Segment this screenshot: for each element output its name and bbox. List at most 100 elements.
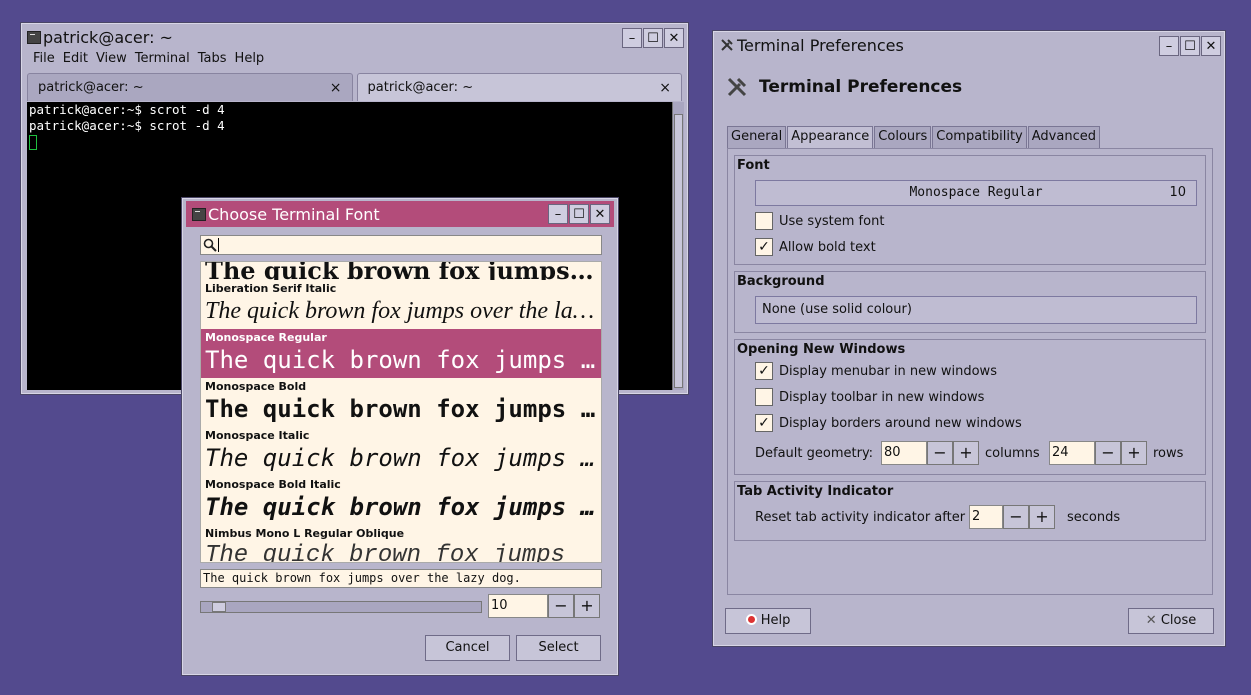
close-icon: ✕ xyxy=(1145,613,1157,628)
font-item-selected[interactable]: Monospace Regular The quick brown fox ju… xyxy=(201,329,601,378)
reset-minus-button[interactable]: − xyxy=(1003,505,1029,529)
background-section: Background None (use solid colour) xyxy=(734,271,1206,333)
background-select[interactable]: None (use solid colour) xyxy=(755,296,1197,324)
tab-colours[interactable]: Colours xyxy=(874,126,932,148)
font-item[interactable]: Monospace Italic The quick brown fox jum… xyxy=(201,427,601,476)
checkbox-box[interactable] xyxy=(755,388,773,406)
terminal-title: patrick@acer: ~ xyxy=(43,27,173,47)
help-button[interactable]: Help xyxy=(725,608,811,634)
font-chooser-titlebar[interactable]: Choose Terminal Font – ☐ ✕ xyxy=(186,201,614,227)
checkbox-label: Use system font xyxy=(779,213,885,229)
tab-appearance[interactable]: Appearance xyxy=(787,126,874,148)
checkbox-label: Display menubar in new windows xyxy=(779,363,997,379)
terminal-scrollbar[interactable] xyxy=(672,102,684,390)
columns-plus-button[interactable]: + xyxy=(953,441,979,465)
prefs-titlebar[interactable]: Terminal Preferences – ☐ ✕ xyxy=(713,31,1225,59)
allow-bold-checkbox[interactable]: ✓ Allow bold text xyxy=(755,238,876,256)
font-item[interactable]: Monospace Bold Italic The quick brown fo… xyxy=(201,476,601,525)
tab-label: patrick@acer: ~ xyxy=(367,80,474,95)
select-button[interactable]: Select xyxy=(516,635,601,661)
checkbox-box[interactable] xyxy=(755,212,773,230)
close-button[interactable]: ✕ xyxy=(1201,36,1221,56)
font-size-spinner[interactable]: 10 − + xyxy=(488,594,600,618)
menu-help[interactable]: Help xyxy=(231,51,269,71)
appearance-panel: Font Monospace Regular 10 Use system fon… xyxy=(727,148,1213,595)
menu-view[interactable]: View xyxy=(92,51,131,71)
terminal-menubar: File Edit View Terminal Tabs Help xyxy=(29,51,268,71)
maximize-button[interactable]: ☐ xyxy=(569,204,589,224)
terminal-titlebar[interactable]: patrick@acer: ~ – ☐ ✕ xyxy=(21,23,688,51)
rows-label: rows xyxy=(1153,446,1184,461)
font-name: Monospace Bold xyxy=(205,380,307,393)
font-name: Monospace Italic xyxy=(205,429,310,442)
reset-input[interactable]: 2 xyxy=(969,505,1003,529)
font-section: Font Monospace Regular 10 Use system fon… xyxy=(734,155,1206,265)
font-preview-field[interactable]: The quick brown fox jumps over the lazy … xyxy=(200,569,602,588)
size-plus-button[interactable]: + xyxy=(574,594,600,618)
tab-general[interactable]: General xyxy=(727,126,787,148)
reset-plus-button[interactable]: + xyxy=(1029,505,1055,529)
checkmark-icon[interactable]: ✓ xyxy=(755,238,773,256)
font-chooser-title: Choose Terminal Font xyxy=(208,204,380,224)
terminal-cursor xyxy=(29,135,37,150)
checkmark-icon[interactable]: ✓ xyxy=(755,362,773,380)
tab-activity-section: Tab Activity Indicator Reset tab activit… xyxy=(734,481,1206,541)
display-borders-checkbox[interactable]: ✓ Display borders around new windows xyxy=(755,414,1022,432)
columns-input[interactable]: 80 xyxy=(881,441,927,465)
font-name: Liberation Serif Italic xyxy=(205,282,337,295)
menu-terminal[interactable]: Terminal xyxy=(131,51,194,71)
columns-minus-button[interactable]: − xyxy=(927,441,953,465)
menu-edit[interactable]: Edit xyxy=(59,51,92,71)
display-menubar-checkbox[interactable]: ✓ Display menubar in new windows xyxy=(755,362,997,380)
font-search-input[interactable] xyxy=(200,235,602,255)
menu-tabs[interactable]: Tabs xyxy=(194,51,231,71)
tab-close-icon[interactable]: × xyxy=(330,80,342,96)
preferences-window[interactable]: Terminal Preferences – ☐ ✕ Terminal Pref… xyxy=(712,30,1226,647)
cancel-button[interactable]: Cancel xyxy=(425,635,510,661)
checkmark-icon[interactable]: ✓ xyxy=(755,414,773,432)
tab-advanced[interactable]: Advanced xyxy=(1027,126,1100,148)
menu-file[interactable]: File xyxy=(29,51,59,71)
font-size-input[interactable]: 10 xyxy=(488,594,548,618)
font-name: Monospace Regular xyxy=(205,331,327,344)
font-item[interactable]: Liberation Serif Italic The quick brown … xyxy=(201,280,601,329)
tools-icon xyxy=(727,77,747,97)
rows-input[interactable]: 24 xyxy=(1049,441,1095,465)
close-button[interactable]: ✕ xyxy=(590,204,610,224)
tab-close-icon[interactable]: × xyxy=(659,80,671,96)
columns-label: columns xyxy=(985,446,1040,461)
minimize-button[interactable]: – xyxy=(1159,36,1179,56)
font-button[interactable]: Monospace Regular 10 xyxy=(755,180,1197,206)
prefs-tabs: General Appearance Colours Compatibility… xyxy=(727,126,1101,148)
font-item[interactable]: Nimbus Mono L Regular Oblique The quick … xyxy=(201,525,601,562)
font-item[interactable]: The quick brown fox jumps over the lazy … xyxy=(201,262,601,280)
close-dialog-button[interactable]: ✕ Close xyxy=(1128,608,1214,634)
font-item[interactable]: Monospace Bold The quick brown fox jumps… xyxy=(201,378,601,427)
minimize-button[interactable]: – xyxy=(548,204,568,224)
use-system-font-checkbox[interactable]: Use system font xyxy=(755,212,884,230)
size-minus-button[interactable]: − xyxy=(548,594,574,618)
maximize-button[interactable]: ☐ xyxy=(1180,36,1200,56)
terminal-icon xyxy=(192,207,206,221)
prefs-title: Terminal Preferences xyxy=(737,35,904,55)
checkbox-label: Display toolbar in new windows xyxy=(779,389,985,405)
terminal-tabs: patrick@acer: ~ × patrick@acer: ~ × xyxy=(27,73,682,101)
font-size-slider[interactable] xyxy=(200,601,482,613)
font-list[interactable]: The quick brown fox jumps over the lazy … xyxy=(200,261,602,563)
checkbox-label: Allow bold text xyxy=(779,239,876,255)
close-button[interactable]: ✕ xyxy=(664,28,684,48)
rows-spinner[interactable]: 24 − + xyxy=(1049,441,1147,465)
tab-compatibility[interactable]: Compatibility xyxy=(932,126,1027,148)
rows-minus-button[interactable]: − xyxy=(1095,441,1121,465)
slider-handle[interactable] xyxy=(212,602,226,612)
font-chooser-dialog[interactable]: Choose Terminal Font – ☐ ✕ The quick bro… xyxy=(181,197,619,676)
reset-spinner[interactable]: 2 − + xyxy=(969,505,1055,529)
rows-plus-button[interactable]: + xyxy=(1121,441,1147,465)
maximize-button[interactable]: ☐ xyxy=(643,28,663,48)
terminal-tab-1[interactable]: patrick@acer: ~ × xyxy=(27,73,353,101)
terminal-tab-2[interactable]: patrick@acer: ~ × xyxy=(356,73,682,101)
minimize-button[interactable]: – xyxy=(622,28,642,48)
columns-spinner[interactable]: 80 − + xyxy=(881,441,979,465)
display-toolbar-checkbox[interactable]: Display toolbar in new windows xyxy=(755,388,984,406)
search-icon xyxy=(203,238,217,252)
